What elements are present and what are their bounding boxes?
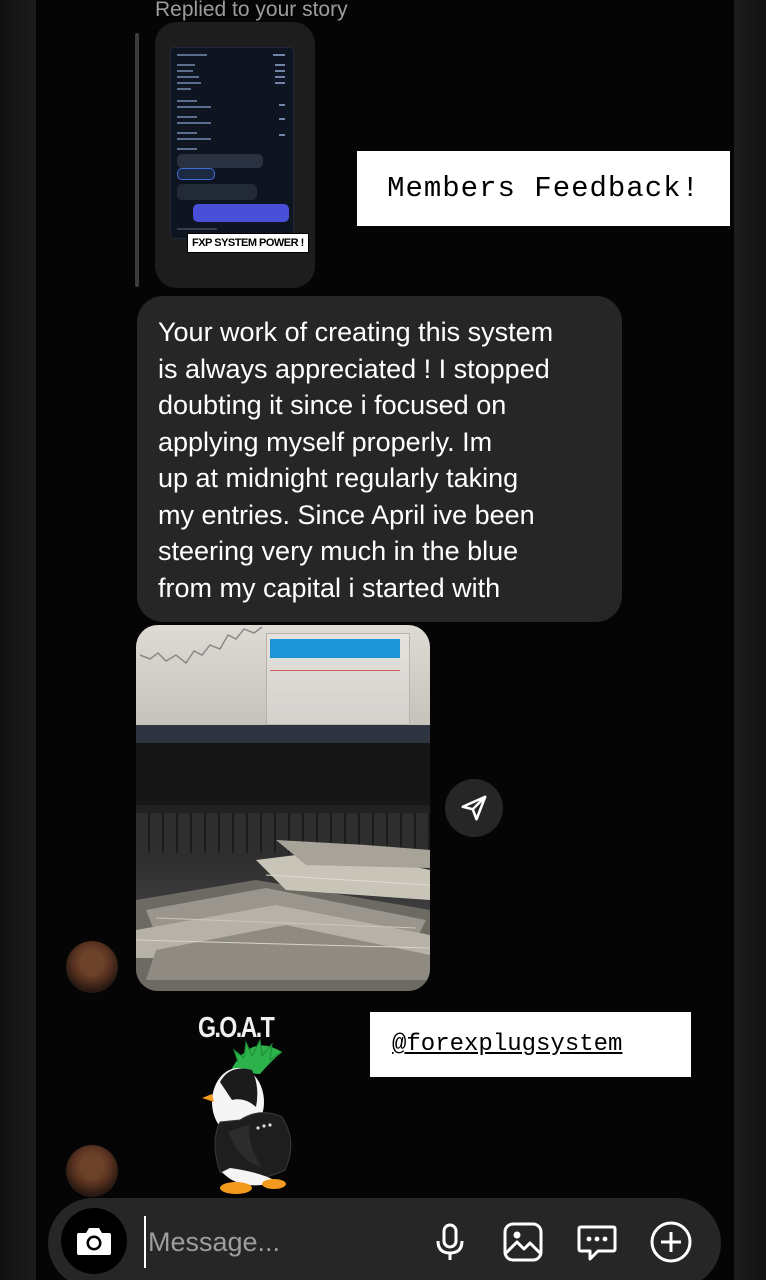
message-line: applying myself properly. Im xyxy=(158,426,493,457)
message-line: steering very much in the blue xyxy=(158,536,519,566)
plus-circle-icon xyxy=(650,1221,692,1263)
photo-taskbar xyxy=(136,725,430,743)
avatar[interactable] xyxy=(66,1145,118,1197)
account-handle-link[interactable]: @forexplugsystem xyxy=(392,1031,622,1058)
penguin-illustration xyxy=(202,1038,292,1194)
add-button[interactable] xyxy=(649,1220,693,1264)
photo-blue-bar xyxy=(270,639,400,658)
camera-icon xyxy=(77,1228,111,1255)
gallery-button[interactable] xyxy=(501,1220,545,1264)
members-feedback-title: Members Feedback! xyxy=(387,172,700,205)
share-button[interactable] xyxy=(445,779,503,837)
message-composer xyxy=(48,1198,721,1280)
reply-indicator-bar xyxy=(135,33,139,287)
message-line: from my capital i started with xyxy=(158,572,501,603)
goat-penguin-sticker[interactable]: G.O.A.T xyxy=(190,1012,310,1197)
sticker-chat-button[interactable] xyxy=(575,1220,619,1264)
microphone-icon xyxy=(436,1223,464,1260)
photo-monitor-bezel xyxy=(136,743,430,805)
photo-chart-lines xyxy=(139,626,263,665)
message-line: is always appreciated ! I stopped xyxy=(158,353,550,384)
chat-bubble-icon xyxy=(577,1225,617,1261)
story-sticker-label: FXP SYSTEM POWER ! xyxy=(187,233,309,253)
right-edge-shadow xyxy=(734,0,766,1280)
message-line: up at midnight regularly taking xyxy=(158,463,519,493)
photo-message[interactable] xyxy=(136,625,430,991)
image-icon xyxy=(503,1222,543,1262)
story-reply-caption: Replied to your story xyxy=(155,0,348,21)
message-line: my entries. Since April ive been xyxy=(158,499,535,530)
voice-message-button[interactable] xyxy=(428,1220,472,1264)
story-screenshot-thumbnail xyxy=(170,47,294,239)
message-line: doubting it since i focused on xyxy=(158,390,507,420)
avatar[interactable] xyxy=(66,941,118,993)
photo-cash-stack xyxy=(136,840,430,991)
account-handle-banner: @forexplugsystem xyxy=(370,1012,691,1077)
members-feedback-banner: Members Feedback! xyxy=(357,151,730,226)
message-input[interactable] xyxy=(144,1216,420,1268)
message-text: Your work of creating this system is alw… xyxy=(158,314,553,606)
photo-price-line xyxy=(270,670,400,671)
send-icon xyxy=(461,795,487,821)
message-line: Your work of creating this system xyxy=(158,317,554,347)
message-bubble[interactable]: Your work of creating this system is alw… xyxy=(137,296,622,622)
left-edge-shadow xyxy=(0,0,36,1280)
story-preview-card[interactable]: FXP SYSTEM POWER ! xyxy=(155,22,315,288)
camera-button[interactable] xyxy=(61,1208,127,1274)
dm-thread-screen: Replied to your story FXP SYSTEM POWER ! xyxy=(0,0,766,1280)
